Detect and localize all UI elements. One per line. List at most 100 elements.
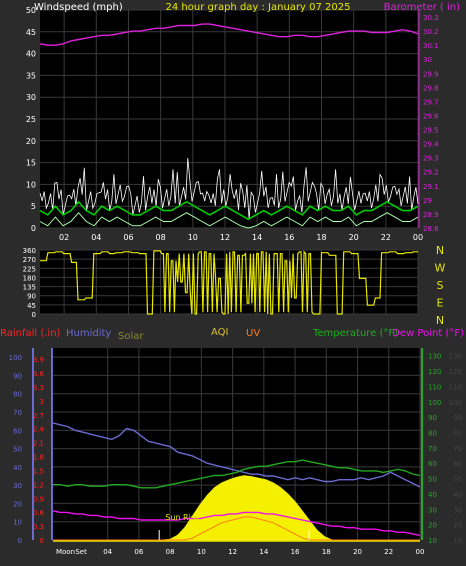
temperature-y-tick-label: 100 [428,399,441,407]
secondary-y-tick-label: 110 [449,383,462,391]
dew-point-legend: Dew Point (°F) [392,328,464,339]
wind-y-tick-label: 25 [26,115,36,124]
barometer-y-tick-label: 29.9 [423,70,439,78]
barometer-y-tick-label: 30.2 [423,28,439,36]
wind-y-tick-label: 45 [26,28,36,37]
secondary-y-tick-label: 60 [453,460,462,468]
wind-y-tick-label: 5 [31,202,36,211]
secondary-y-tick-label: 130 [449,353,462,361]
wind-x-tick-label: 10 [188,233,198,242]
conditions-x-tick-label: 14 [259,548,268,556]
rainfall-y-tick-label: 0.9 [33,495,44,503]
secondary-y-tick-label: 80 [453,429,462,437]
aqi-legend: AQI [211,327,229,338]
wind-y-tick-label: 15 [26,159,36,168]
temperature-legend: Temperature (°F) [312,328,398,339]
wind-x-tick-label: 12 [220,233,230,242]
temperature-y-tick-label: 50 [428,476,437,484]
barometer-axis-title: Barometer ( in) [384,2,460,13]
wind-x-tick-label: 20 [349,233,359,242]
humidity-y-tick-label: 50 [13,446,22,454]
humidity-y-tick-label: 60 [13,427,22,435]
sun-rise-label: Sun Rise [165,513,200,522]
barometer-y-tick-label: 28.8 [423,225,439,233]
direction-y-tick-label: 90 [27,293,36,301]
rainfall-y-tick-label: 3 [40,398,44,406]
humidity-y-tick-label: 40 [13,464,22,472]
wind-y-tick-label: 10 [26,180,36,189]
temperature-y-tick-label: 90 [428,414,437,422]
compass-label: W [435,262,446,275]
uv-legend: UV [246,328,260,339]
compass-label: S [437,279,444,292]
temperature-y-tick-label: 70 [428,445,437,453]
wind-y-tick-label: 40 [26,50,36,59]
barometer-y-tick-label: 29.4 [423,141,439,149]
direction-y-tick-label: 180 [23,274,36,282]
humidity-legend: Humidity [66,328,111,339]
humidity-y-tick-label: 0 [18,537,22,545]
rainfall-y-tick-label: 1.2 [33,481,44,489]
conditions-x-tick-label: 00 [416,548,425,556]
rainfall-y-tick-label: 0.3 [33,523,44,531]
barometer-y-tick-label: 29 [423,197,432,205]
compass-label: E [437,297,444,310]
humidity-y-tick-label: 10 [13,519,22,527]
rainfall-y-tick-label: 1.8 [33,454,44,462]
windspeed-axis-title: Windspeed (mph) [34,2,123,13]
conditions-x-tick-label: 10 [197,548,206,556]
temperature-y-tick-label: 40 [428,491,437,499]
temperature-y-tick-label: 120 [428,368,441,376]
rainfall-y-tick-label: 2.7 [33,412,44,420]
direction-y-tick-label: 225 [23,265,36,273]
wind-x-tick-label: 02 [59,233,69,242]
humidity-y-tick-label: 100 [9,354,22,362]
secondary-y-tick-label: 120 [449,368,462,376]
barometer-y-tick-label: 29.3 [423,155,439,163]
rainfall-y-tick-label: 3.6 [33,370,45,378]
conditions-x-tick-label: 16 [291,548,300,556]
secondary-y-tick-label: 70 [453,445,462,453]
secondary-y-tick-label: 90 [453,414,462,422]
barometer-y-tick-label: 30.3 [423,14,439,22]
temperature-y-tick-label: 60 [428,460,437,468]
rainfall-y-tick-label: 3.3 [33,384,44,392]
wind-y-tick-label: 20 [26,137,36,146]
barometer-y-tick-label: 29.1 [423,183,439,191]
page-title: 24 hour graph day : January 07 2025 [166,2,351,13]
rainfall-y-tick-label: 1.5 [33,467,44,475]
secondary-y-tick-label: 20 [453,522,462,530]
wind-x-tick-label: 16 [284,233,294,242]
barometer-y-tick-label: 29.7 [423,98,439,106]
secondary-y-tick-label: 40 [453,491,462,499]
conditions-x-tick-label: 04 [103,548,112,556]
compass-label: N [436,244,444,257]
humidity-y-tick-label: 70 [13,409,22,417]
barometer-y-tick-label: 29.2 [423,169,439,177]
wind-y-tick-label: 30 [26,93,36,102]
barometer-y-tick-label: 29.8 [423,84,439,92]
secondary-y-tick-label: 50 [453,476,462,484]
rainfall-y-tick-label: 0.6 [33,509,45,517]
rainfall-y-tick-label: 0 [40,537,44,545]
temperature-y-tick-label: 110 [428,383,441,391]
humidity-y-tick-label: 20 [13,500,22,508]
temperature-y-tick-label: 80 [428,429,437,437]
temperature-y-tick-label: 130 [428,353,441,361]
compass-label: N [436,314,444,327]
wind-x-tick-label: 14 [252,233,262,242]
secondary-y-tick-label: 10 [453,537,462,545]
temperature-y-tick-label: 30 [428,506,437,514]
direction-y-tick-label: 0 [32,311,36,319]
wind-x-tick-label: 06 [123,233,133,242]
barometer-y-tick-label: 28.9 [423,211,439,219]
temperature-y-tick-label: 10 [428,537,437,545]
weather-graph-page: 0 5 10 15 20 25 30 35 40 45 50 02 04 06 08 10 12 14 16 18 20… [0,0,466,566]
wind-x-tick-label: 08 [156,233,166,242]
secondary-y-tick-label: 100 [449,399,462,407]
wind-y-tick-label: 0 [31,224,36,233]
conditions-x-tick-label: 06 [134,548,143,556]
rainfall-y-tick-label: 2.1 [33,440,44,448]
conditions-x-tick-label: Moon [56,548,75,556]
direction-y-tick-label: 360 [23,247,36,255]
